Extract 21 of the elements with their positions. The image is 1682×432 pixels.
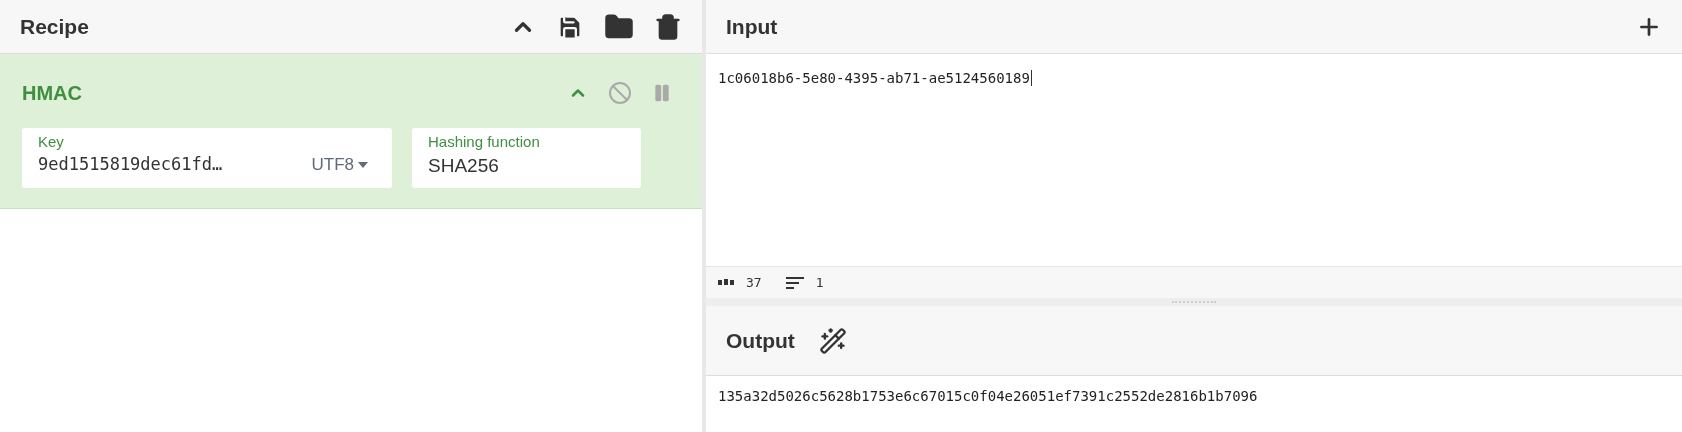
operation-title: HMAC	[22, 81, 83, 106]
caret-icon	[358, 161, 368, 168]
trash-icon[interactable]	[654, 12, 682, 41]
key-field[interactable]: Key 9ed1515819dec61fd… UTF8	[22, 128, 392, 188]
lines-icon	[785, 275, 804, 290]
text-length-icon	[718, 279, 734, 286]
panel-title: Output	[726, 327, 795, 354]
resize-handle[interactable]	[1172, 301, 1216, 303]
panel-title: Input	[726, 13, 779, 40]
panel-title: Recipe	[20, 13, 90, 40]
magic-wand-icon[interactable]	[818, 326, 847, 355]
field-label: Hashing function	[428, 132, 541, 152]
output-text: 135a32d5026c5628b1753e6c67015c0f04e26051ef7391c2552de2816b1b7096	[718, 388, 1258, 404]
line-count: 1	[815, 273, 824, 292]
hashing-function-field[interactable]: Hashing function SHA256	[412, 128, 641, 188]
field-value: 9ed1515819dec61fd…	[38, 153, 223, 176]
field-label: Key	[38, 132, 65, 152]
field-value: SHA256	[428, 154, 500, 178]
encoding-dropdown[interactable]: UTF8	[311, 152, 368, 178]
input-text[interactable]: 1c06018b6-5e80-4395-ab71-ae5124560189	[718, 70, 1032, 86]
length-count: 37	[746, 273, 762, 292]
